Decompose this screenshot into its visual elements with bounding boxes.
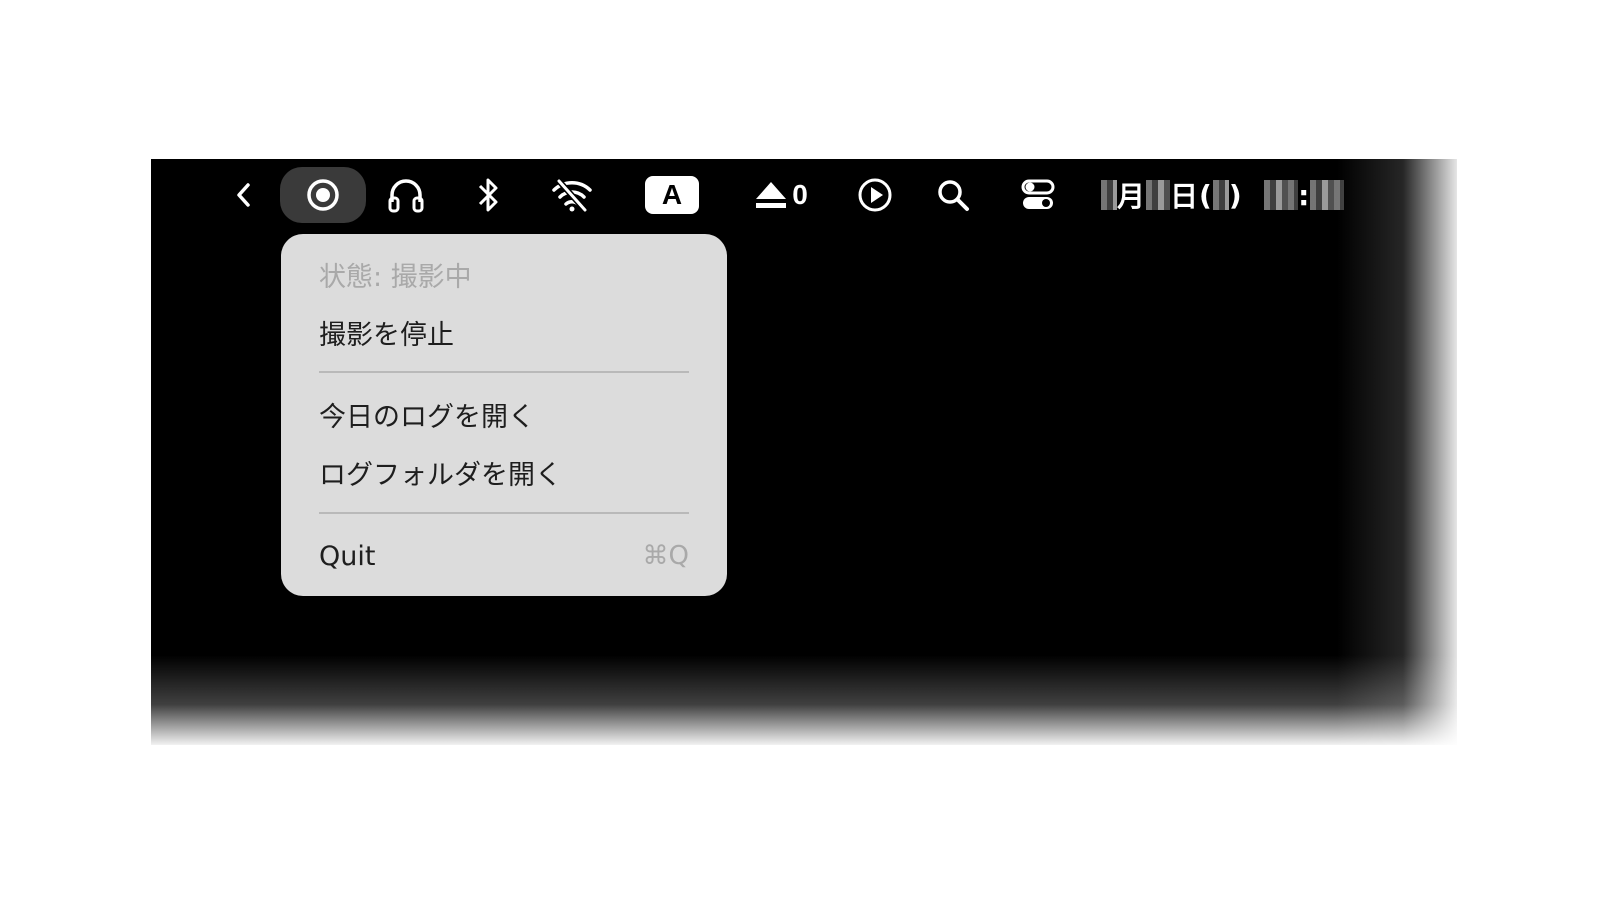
redacted-block — [1212, 180, 1229, 210]
eject-menu[interactable]: 0 — [749, 167, 813, 223]
quit-label: Quit — [319, 540, 376, 572]
wifi-menu[interactable] — [549, 167, 595, 223]
record-circle-icon — [307, 179, 339, 211]
quit-shortcut: ⌘Q — [642, 541, 689, 571]
clock-time-separator: : — [1298, 178, 1311, 212]
wifi-off-icon — [552, 178, 592, 213]
clock-close-paren: ) — [1228, 178, 1243, 212]
headphones-icon — [388, 179, 424, 213]
menu-item-stop-capture[interactable]: 撮影を停止 — [319, 308, 689, 356]
eject-count: 0 — [792, 179, 808, 210]
clock-month-suffix: 月 — [1117, 180, 1147, 213]
menu-bar: A 0 月 日 (): — [151, 159, 1457, 231]
input-source-menu[interactable]: A — [644, 167, 700, 223]
menu-separator — [319, 371, 689, 373]
menu-separator — [319, 512, 689, 514]
stop-capture-label: 撮影を停止 — [319, 319, 454, 351]
headphones-menu[interactable] — [384, 167, 428, 223]
recording-dropdown-menu: 状態: 撮影中 撮影を停止 今日のログを開く ログフォルダを開く Quit ⌘Q — [281, 234, 727, 596]
now-playing-menu[interactable] — [855, 167, 895, 223]
chevron-left-icon — [237, 183, 250, 207]
control-center-menu[interactable] — [1018, 167, 1058, 223]
redacted-block — [1101, 180, 1117, 210]
menubar-overflow-chevron[interactable] — [229, 167, 259, 223]
bluetooth-menu[interactable] — [473, 167, 503, 223]
bluetooth-icon — [478, 178, 498, 212]
input-source-badge: A — [645, 176, 699, 214]
status-label: 状態: 撮影中 — [319, 261, 472, 293]
menu-item-open-today-log[interactable]: 今日のログを開く — [319, 390, 689, 438]
open-log-folder-label: ログフォルダを開く — [319, 459, 562, 491]
menu-item-status: 状態: 撮影中 — [319, 250, 689, 298]
redacted-block — [1146, 180, 1171, 210]
edge-fade — [1337, 159, 1457, 745]
edge-fade — [151, 655, 1457, 745]
open-today-log-label: 今日のログを開く — [319, 401, 535, 433]
eject-icon — [756, 182, 787, 208]
screen-capture: A 0 月 日 (): 状態: 撮影中 撮影を停止 今日のログを開く ログフ… — [151, 159, 1457, 745]
menu-item-open-log-folder[interactable]: ログフォルダを開く — [319, 448, 689, 496]
menu-item-quit[interactable]: Quit ⌘Q — [319, 532, 689, 580]
toggle-switches-icon — [1021, 179, 1055, 209]
play-circle-icon — [858, 178, 892, 212]
redacted-block — [1264, 180, 1299, 210]
menubar-clock[interactable]: 月日() : — [1101, 167, 1391, 223]
redacted-block — [1310, 180, 1345, 210]
clock-open-paren: ( — [1199, 178, 1213, 212]
search-icon — [938, 180, 969, 211]
clock-day-suffix: 日 — [1170, 180, 1200, 213]
spotlight-menu[interactable] — [933, 167, 973, 223]
recording-status-menu[interactable] — [280, 167, 366, 223]
